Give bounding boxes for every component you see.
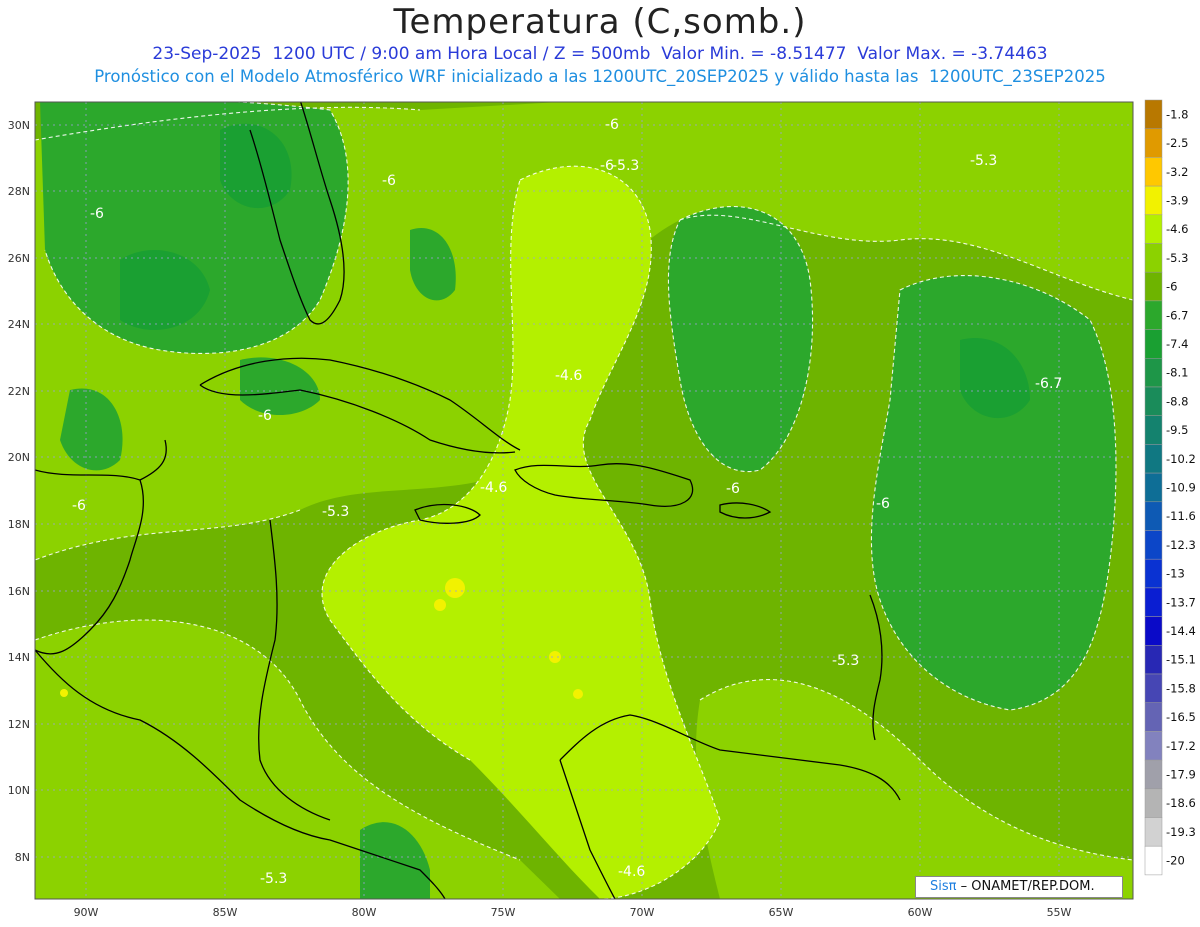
colorbar-swatch [1144,157,1163,187]
colorbar-swatch [1144,329,1163,359]
colorbar-label: -8.1 [1166,366,1188,380]
colorbar-label: -8.8 [1166,394,1188,408]
colorbar-label: -6 [1166,280,1177,294]
lon-tick-label: 60W [908,906,933,919]
map-figure: -6 -5.3 -6 -6 -6 -5.3 -4.6 -6.7 -6 -4.6 … [8,99,1196,919]
temperature-field: -6 -5.3 -6 -6 -6 -5.3 -4.6 -6.7 -6 -4.6 … [35,102,1133,899]
colorbar-label: -1.8 [1166,107,1188,121]
lon-tick-label: 75W [491,906,516,919]
contour-label: -6 [726,481,740,497]
latitude-axis: 30N 28N 26N 24N 22N 20N 18N 16N 14N 12N … [8,119,30,864]
lat-tick-label: 28N [8,185,30,198]
contour-label: -5.3 [832,653,859,669]
contour-label: -4.6 [555,368,582,384]
contour-label: -6 [258,408,272,424]
colorbar-label: -16.5 [1166,710,1196,724]
colorbar-label: -13 [1166,567,1185,581]
colorbar-label: -10.9 [1166,480,1196,494]
lat-tick-label: 20N [8,451,30,464]
lat-tick-label: 10N [8,784,30,797]
contour-label: -5.3 [970,153,997,169]
colorbar: -1.8 -2.5 -3.2 -3.9 -4.6 -5.3 -6 -6.7 -7.4 -8.1 -8… [1144,99,1196,876]
colorbar-label: -17.9 [1166,767,1196,781]
colorbar-swatch [1144,128,1163,158]
colorbar-swatch [1144,243,1163,273]
colorbar-swatch [1144,386,1163,416]
colorbar-swatch [1144,271,1163,302]
lon-tick-label: 80W [352,906,377,919]
contour-label: -6 [90,206,104,222]
colorbar-swatch [1144,616,1163,646]
credit-text: – ONAMET/REP.DOM. [956,879,1095,894]
colorbar-label: -3.2 [1166,165,1188,179]
colorbar-swatch [1144,358,1163,388]
colorbar-swatch [1144,731,1163,761]
colorbar-label: -13.7 [1166,595,1196,609]
colorbar-swatch [1144,845,1163,876]
colorbar-label: -14.4 [1166,624,1196,638]
lon-tick-label: 65W [769,906,794,919]
lat-tick-label: 18N [8,518,30,531]
longitude-axis: 90W 85W 80W 75W 70W 65W 60W 55W [74,906,1072,919]
colorbar-label: -5.3 [1166,251,1188,265]
colorbar-label: -2.5 [1166,136,1188,150]
contour-label: -6 [605,117,619,133]
contour-label: -4.6 [480,480,507,496]
colorbar-label: -15.1 [1166,653,1196,667]
colorbar-label: -7.4 [1166,337,1188,351]
contour-label: -6 [72,498,86,514]
contour-label: -6 [382,173,396,189]
colorbar-swatch [1144,587,1163,617]
colorbar-label: -11.6 [1166,509,1196,523]
colorbar-swatch [1144,415,1163,445]
credit-brand: Sisπ [930,879,957,894]
colorbar-label: -18.6 [1166,796,1196,810]
lat-tick-label: 8N [15,851,30,864]
colorbar-swatch [1144,99,1163,129]
colorbar-swatch [1144,759,1163,790]
colorbar-label: -6.7 [1166,308,1188,322]
colorbar-swatch [1144,558,1163,589]
contour-label: -5.3 [612,158,639,174]
lat-tick-label: 24N [8,318,30,331]
lat-tick-label: 30N [8,119,30,132]
lat-tick-label: 22N [8,385,30,398]
colorbar-label: -12.3 [1166,538,1196,552]
lon-tick-label: 85W [213,906,238,919]
colorbar-label: -3.9 [1166,193,1188,207]
colorbar-label: -9.5 [1166,423,1188,437]
colorbar-swatch [1144,817,1163,847]
colorbar-label: -20 [1166,854,1185,868]
lat-tick-label: 12N [8,718,30,731]
lon-tick-label: 90W [74,906,99,919]
lat-tick-label: 16N [8,585,30,598]
colorbar-swatch [1144,530,1163,560]
colorbar-swatch [1144,214,1163,244]
lon-tick-label: 55W [1047,906,1072,919]
contour-label: -4.6 [618,864,645,880]
colorbar-label: -4.6 [1166,222,1188,236]
colorbar-swatch [1144,645,1163,675]
colorbar-label: -17.2 [1166,739,1196,753]
colorbar-swatch [1144,444,1163,474]
lon-tick-label: 70W [630,906,655,919]
lat-tick-label: 14N [8,651,30,664]
colorbar-label: -15.8 [1166,681,1196,695]
colorbar-swatch [1144,702,1163,732]
colorbar-swatch [1144,185,1163,216]
lat-tick-label: 26N [8,252,30,265]
colorbar-label: -19.3 [1166,825,1196,839]
colorbar-swatch [1144,673,1163,703]
colorbar-label: -10.2 [1166,452,1196,466]
colorbar-swatch [1144,472,1163,503]
contour-label: -6 [876,496,890,512]
contour-label: -5.3 [322,504,349,520]
credit-box: Sisπ – ONAMET/REP.DOM. [915,876,1123,898]
colorbar-swatch [1144,501,1163,531]
contour-label: -5.3 [260,871,287,887]
contour-label: -6.7 [1035,376,1062,392]
colorbar-swatch [1144,788,1163,818]
colorbar-swatch [1144,300,1163,330]
